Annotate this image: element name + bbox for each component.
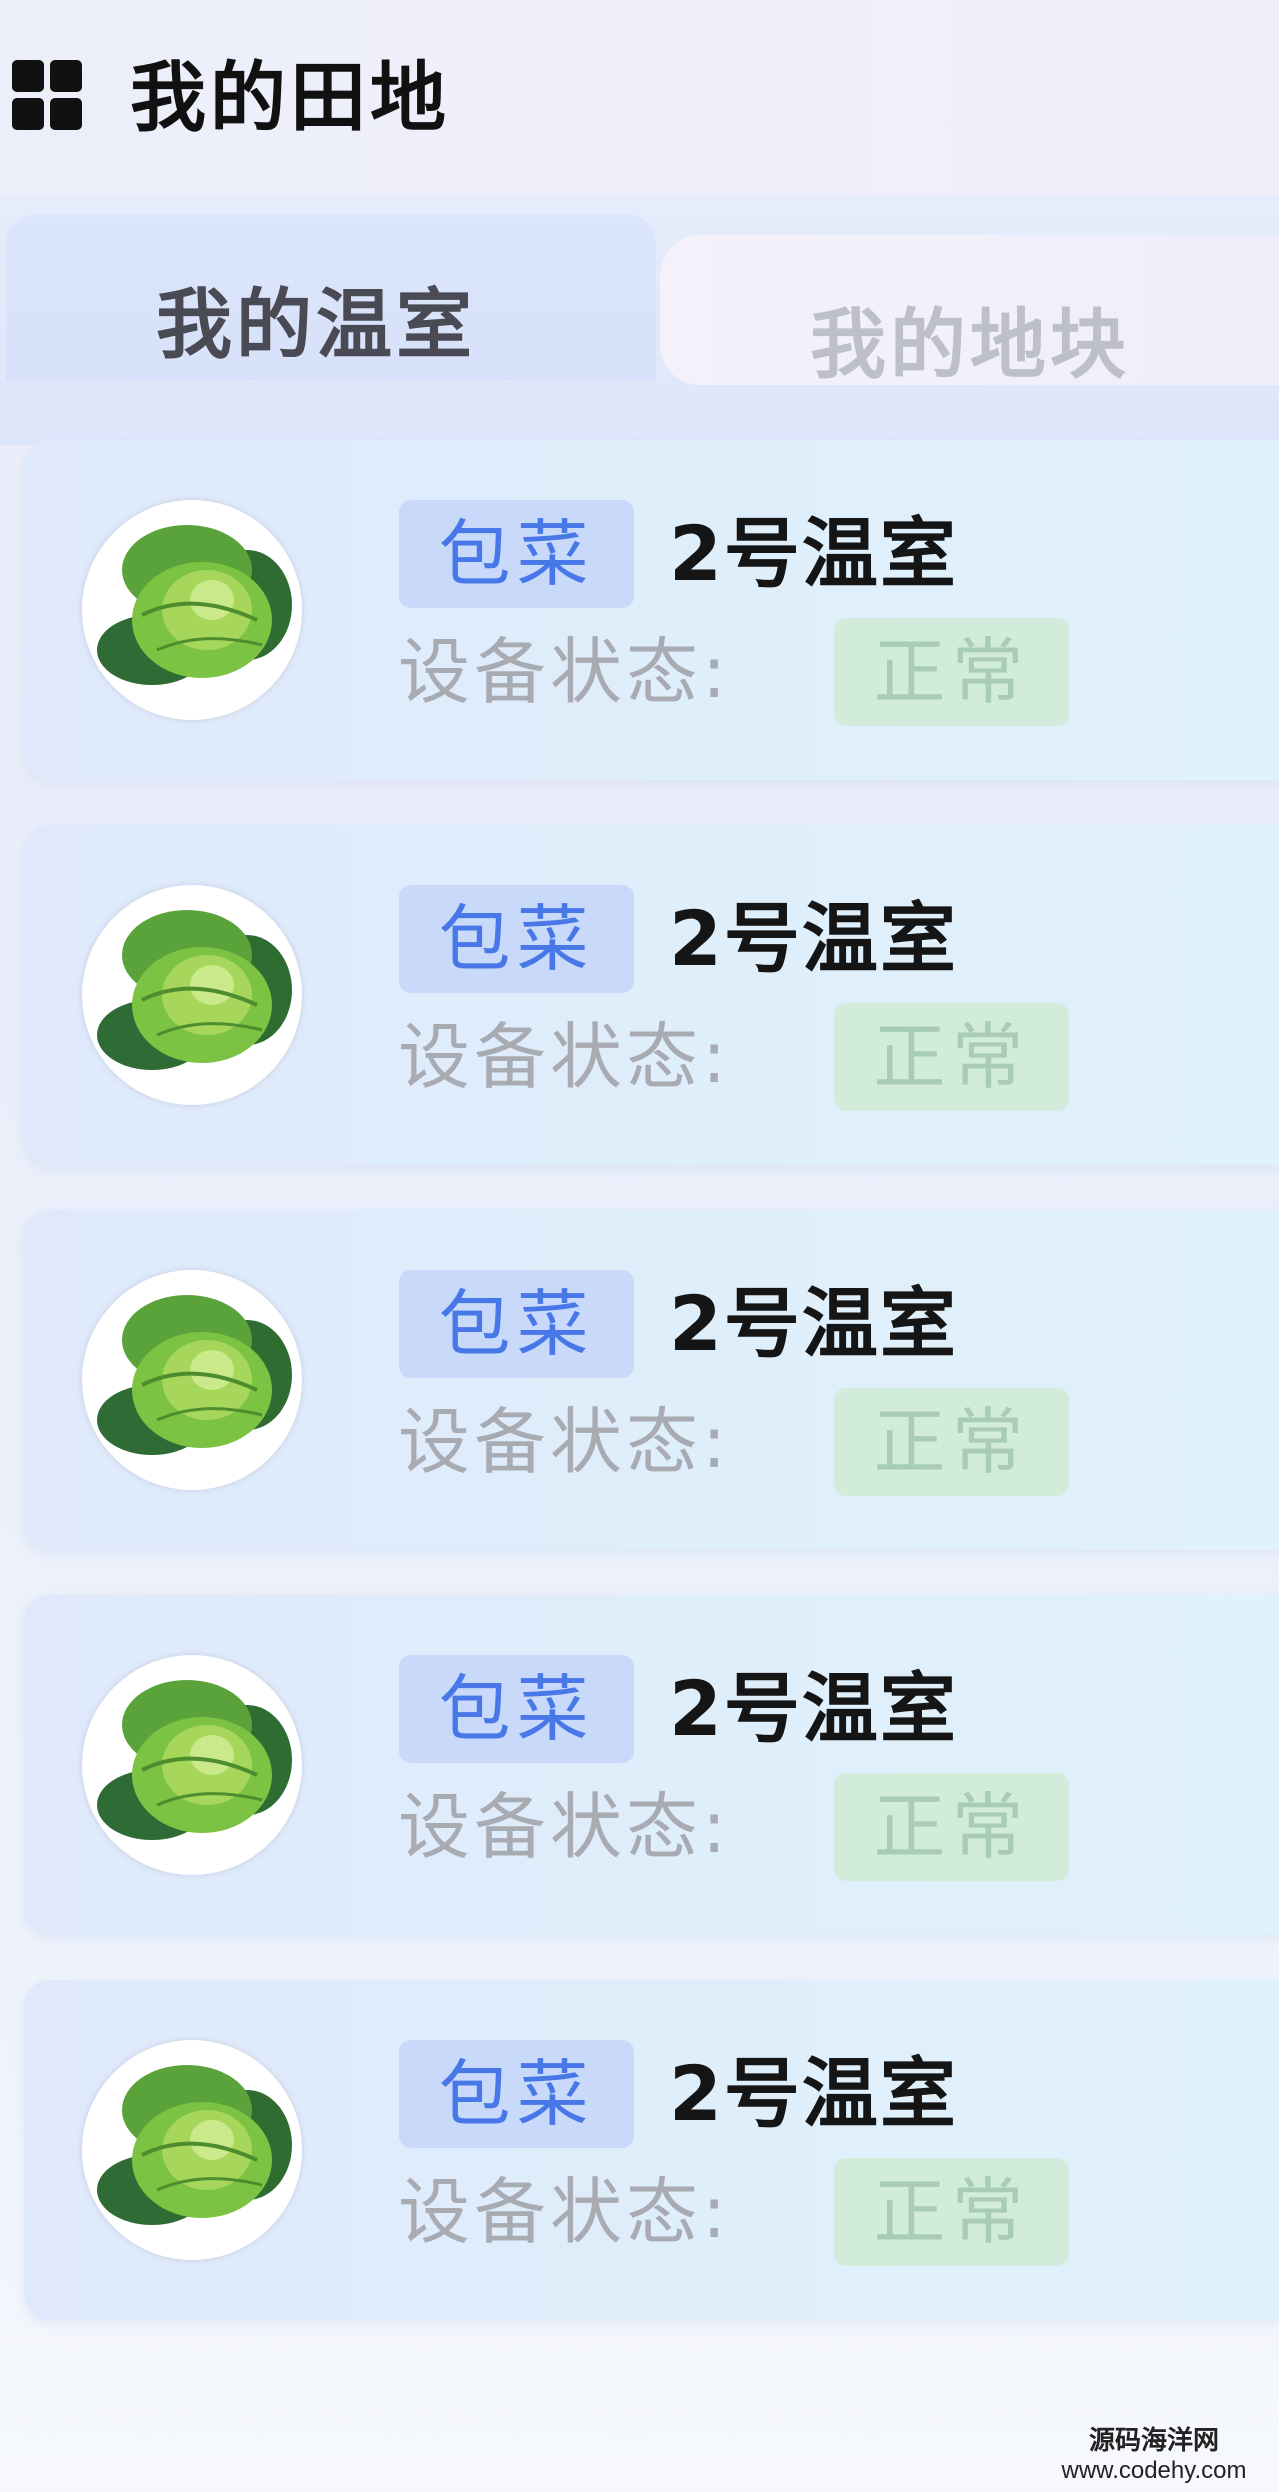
watermark-line2: www.codehy.com [1061, 2457, 1247, 2484]
greenhouse-name: 2号温室 [669, 894, 958, 983]
greenhouse-card[interactable]: 包菜 2号温室 设备状态: 正常 [24, 440, 1279, 780]
status-badge: 正常 [834, 1388, 1069, 1496]
device-status-label: 设备状态: [398, 1785, 731, 1869]
cabbage-image [82, 1655, 302, 1875]
cabbage-image [82, 500, 302, 720]
crop-badge: 包菜 [399, 1270, 634, 1378]
greenhouse-name: 2号温室 [669, 1279, 958, 1368]
greenhouse-name: 2号温室 [669, 2049, 958, 2138]
greenhouse-name: 2号温室 [669, 509, 958, 598]
device-status-label: 设备状态: [398, 2170, 731, 2254]
greenhouse-card[interactable]: 包菜 2号温室 设备状态: 正常 [24, 1210, 1279, 1550]
device-status-label: 设备状态: [398, 1400, 731, 1484]
cabbage-image [82, 1270, 302, 1490]
greenhouse-card[interactable]: 包菜 2号温室 设备状态: 正常 [24, 1595, 1279, 1935]
crop-badge: 包菜 [399, 500, 634, 608]
status-badge: 正常 [834, 618, 1069, 726]
status-badge: 正常 [834, 1003, 1069, 1111]
crop-badge: 包菜 [399, 2040, 634, 2148]
grid-icon[interactable] [12, 60, 82, 130]
tab-my-plots[interactable]: 我的地块 [660, 235, 1279, 389]
device-status-label: 设备状态: [398, 630, 731, 714]
page-title: 我的田地 [130, 53, 450, 142]
tab-my-greenhouses[interactable]: 我的温室 [6, 215, 656, 380]
greenhouse-name: 2号温室 [669, 1664, 958, 1753]
watermark-line1: 源码海洋网 [1088, 2425, 1219, 2455]
greenhouse-card[interactable]: 包菜 2号温室 设备状态: 正常 [24, 1980, 1279, 2320]
cabbage-image [82, 885, 302, 1105]
app-header: 我的田地 [0, 0, 1279, 195]
tab-bar: 我的地块 我的温室 [0, 195, 1279, 445]
status-badge: 正常 [834, 1773, 1069, 1881]
crop-badge: 包菜 [399, 1655, 634, 1763]
greenhouse-card[interactable]: 包菜 2号温室 设备状态: 正常 [24, 825, 1279, 1165]
device-status-label: 设备状态: [398, 1015, 731, 1099]
cabbage-image [82, 2040, 302, 2260]
watermark: 源码海洋网 www.codehy.com [1039, 2424, 1269, 2486]
crop-badge: 包菜 [399, 885, 634, 993]
status-badge: 正常 [834, 2158, 1069, 2266]
